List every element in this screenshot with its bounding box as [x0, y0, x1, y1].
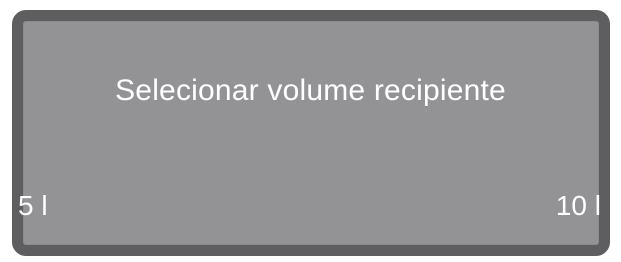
- volume-option-10l[interactable]: 10 l: [556, 190, 601, 222]
- prompt-text: Selecionar volume recipiente: [115, 74, 506, 107]
- display-frame: [12, 10, 610, 256]
- volume-option-5l[interactable]: 5 l: [18, 190, 48, 222]
